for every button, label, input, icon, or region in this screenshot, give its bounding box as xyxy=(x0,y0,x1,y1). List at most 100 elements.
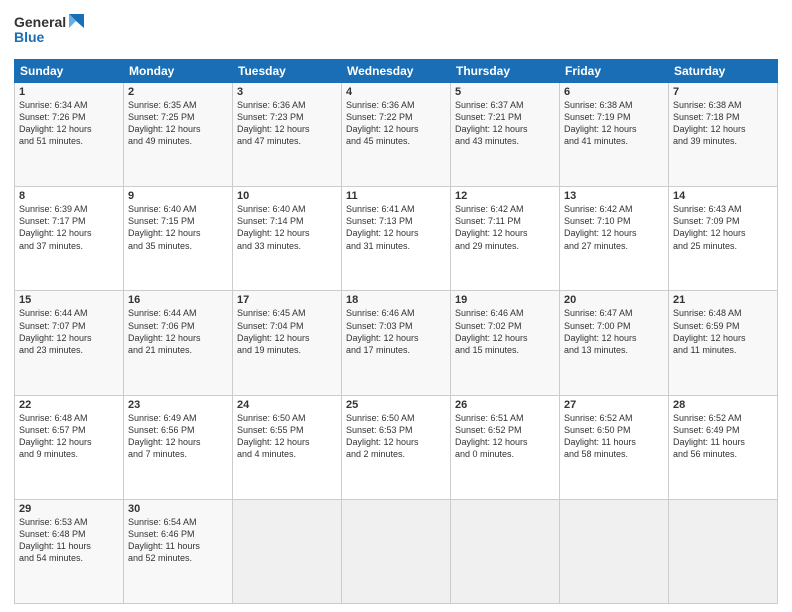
calendar-cell: 29Sunrise: 6:53 AM Sunset: 6:48 PM Dayli… xyxy=(15,499,124,603)
logo-area: General Blue xyxy=(14,10,84,53)
day-info: Sunrise: 6:42 AM Sunset: 7:11 PM Dayligh… xyxy=(455,203,555,252)
day-info: Sunrise: 6:42 AM Sunset: 7:10 PM Dayligh… xyxy=(564,203,664,252)
calendar-cell: 20Sunrise: 6:47 AM Sunset: 7:00 PM Dayli… xyxy=(560,291,669,395)
calendar-cell: 25Sunrise: 6:50 AM Sunset: 6:53 PM Dayli… xyxy=(342,395,451,499)
calendar-cell: 5Sunrise: 6:37 AM Sunset: 7:21 PM Daylig… xyxy=(451,83,560,187)
day-info: Sunrise: 6:41 AM Sunset: 7:13 PM Dayligh… xyxy=(346,203,446,252)
day-header-friday: Friday xyxy=(560,60,669,83)
day-info: Sunrise: 6:48 AM Sunset: 6:59 PM Dayligh… xyxy=(673,307,773,356)
day-info: Sunrise: 6:45 AM Sunset: 7:04 PM Dayligh… xyxy=(237,307,337,356)
calendar-table: SundayMondayTuesdayWednesdayThursdayFrid… xyxy=(14,59,778,604)
calendar-cell: 24Sunrise: 6:50 AM Sunset: 6:55 PM Dayli… xyxy=(233,395,342,499)
page: General Blue SundayMondayTuesdayWednesda… xyxy=(0,0,792,612)
day-header-monday: Monday xyxy=(124,60,233,83)
day-number: 3 xyxy=(237,86,337,98)
calendar-cell: 3Sunrise: 6:36 AM Sunset: 7:23 PM Daylig… xyxy=(233,83,342,187)
calendar-cell: 7Sunrise: 6:38 AM Sunset: 7:18 PM Daylig… xyxy=(669,83,778,187)
day-info: Sunrise: 6:52 AM Sunset: 6:50 PM Dayligh… xyxy=(564,412,664,461)
calendar-cell xyxy=(451,499,560,603)
day-info: Sunrise: 6:52 AM Sunset: 6:49 PM Dayligh… xyxy=(673,412,773,461)
day-number: 6 xyxy=(564,86,664,98)
calendar-cell: 30Sunrise: 6:54 AM Sunset: 6:46 PM Dayli… xyxy=(124,499,233,603)
day-info: Sunrise: 6:40 AM Sunset: 7:15 PM Dayligh… xyxy=(128,203,228,252)
calendar-cell: 17Sunrise: 6:45 AM Sunset: 7:04 PM Dayli… xyxy=(233,291,342,395)
calendar-cell: 10Sunrise: 6:40 AM Sunset: 7:14 PM Dayli… xyxy=(233,187,342,291)
calendar-week-4: 22Sunrise: 6:48 AM Sunset: 6:57 PM Dayli… xyxy=(15,395,778,499)
day-info: Sunrise: 6:50 AM Sunset: 6:55 PM Dayligh… xyxy=(237,412,337,461)
calendar-cell: 18Sunrise: 6:46 AM Sunset: 7:03 PM Dayli… xyxy=(342,291,451,395)
calendar-cell: 11Sunrise: 6:41 AM Sunset: 7:13 PM Dayli… xyxy=(342,187,451,291)
day-number: 19 xyxy=(455,294,555,306)
day-number: 9 xyxy=(128,190,228,202)
day-number: 2 xyxy=(128,86,228,98)
day-info: Sunrise: 6:44 AM Sunset: 7:06 PM Dayligh… xyxy=(128,307,228,356)
calendar-cell: 2Sunrise: 6:35 AM Sunset: 7:25 PM Daylig… xyxy=(124,83,233,187)
day-header-wednesday: Wednesday xyxy=(342,60,451,83)
day-info: Sunrise: 6:38 AM Sunset: 7:18 PM Dayligh… xyxy=(673,99,773,148)
day-info: Sunrise: 6:38 AM Sunset: 7:19 PM Dayligh… xyxy=(564,99,664,148)
calendar-week-1: 1Sunrise: 6:34 AM Sunset: 7:26 PM Daylig… xyxy=(15,83,778,187)
day-header-thursday: Thursday xyxy=(451,60,560,83)
day-number: 4 xyxy=(346,86,446,98)
calendar-cell xyxy=(560,499,669,603)
svg-text:Blue: Blue xyxy=(14,29,45,45)
day-number: 10 xyxy=(237,190,337,202)
calendar-header-row: SundayMondayTuesdayWednesdayThursdayFrid… xyxy=(15,60,778,83)
day-info: Sunrise: 6:44 AM Sunset: 7:07 PM Dayligh… xyxy=(19,307,119,356)
day-info: Sunrise: 6:39 AM Sunset: 7:17 PM Dayligh… xyxy=(19,203,119,252)
day-number: 11 xyxy=(346,190,446,202)
calendar-cell: 28Sunrise: 6:52 AM Sunset: 6:49 PM Dayli… xyxy=(669,395,778,499)
calendar-cell xyxy=(233,499,342,603)
day-number: 24 xyxy=(237,399,337,411)
day-info: Sunrise: 6:37 AM Sunset: 7:21 PM Dayligh… xyxy=(455,99,555,148)
day-number: 23 xyxy=(128,399,228,411)
day-number: 17 xyxy=(237,294,337,306)
day-number: 25 xyxy=(346,399,446,411)
day-number: 16 xyxy=(128,294,228,306)
day-number: 30 xyxy=(128,503,228,515)
calendar-cell: 1Sunrise: 6:34 AM Sunset: 7:26 PM Daylig… xyxy=(15,83,124,187)
day-info: Sunrise: 6:53 AM Sunset: 6:48 PM Dayligh… xyxy=(19,516,119,565)
day-info: Sunrise: 6:35 AM Sunset: 7:25 PM Dayligh… xyxy=(128,99,228,148)
day-number: 7 xyxy=(673,86,773,98)
day-info: Sunrise: 6:40 AM Sunset: 7:14 PM Dayligh… xyxy=(237,203,337,252)
calendar-week-2: 8Sunrise: 6:39 AM Sunset: 7:17 PM Daylig… xyxy=(15,187,778,291)
day-number: 26 xyxy=(455,399,555,411)
calendar-cell: 14Sunrise: 6:43 AM Sunset: 7:09 PM Dayli… xyxy=(669,187,778,291)
calendar-cell: 21Sunrise: 6:48 AM Sunset: 6:59 PM Dayli… xyxy=(669,291,778,395)
logo: General Blue xyxy=(14,10,84,53)
day-number: 29 xyxy=(19,503,119,515)
calendar-cell: 16Sunrise: 6:44 AM Sunset: 7:06 PM Dayli… xyxy=(124,291,233,395)
day-info: Sunrise: 6:36 AM Sunset: 7:23 PM Dayligh… xyxy=(237,99,337,148)
calendar-cell: 23Sunrise: 6:49 AM Sunset: 6:56 PM Dayli… xyxy=(124,395,233,499)
day-number: 13 xyxy=(564,190,664,202)
header: General Blue xyxy=(14,10,778,53)
day-info: Sunrise: 6:48 AM Sunset: 6:57 PM Dayligh… xyxy=(19,412,119,461)
day-header-sunday: Sunday xyxy=(15,60,124,83)
day-number: 21 xyxy=(673,294,773,306)
day-info: Sunrise: 6:54 AM Sunset: 6:46 PM Dayligh… xyxy=(128,516,228,565)
day-info: Sunrise: 6:46 AM Sunset: 7:03 PM Dayligh… xyxy=(346,307,446,356)
calendar-cell: 26Sunrise: 6:51 AM Sunset: 6:52 PM Dayli… xyxy=(451,395,560,499)
day-number: 5 xyxy=(455,86,555,98)
calendar-cell: 9Sunrise: 6:40 AM Sunset: 7:15 PM Daylig… xyxy=(124,187,233,291)
day-info: Sunrise: 6:43 AM Sunset: 7:09 PM Dayligh… xyxy=(673,203,773,252)
day-number: 27 xyxy=(564,399,664,411)
calendar-cell: 22Sunrise: 6:48 AM Sunset: 6:57 PM Dayli… xyxy=(15,395,124,499)
day-info: Sunrise: 6:50 AM Sunset: 6:53 PM Dayligh… xyxy=(346,412,446,461)
calendar-cell: 8Sunrise: 6:39 AM Sunset: 7:17 PM Daylig… xyxy=(15,187,124,291)
day-number: 8 xyxy=(19,190,119,202)
calendar-cell: 12Sunrise: 6:42 AM Sunset: 7:11 PM Dayli… xyxy=(451,187,560,291)
calendar-week-5: 29Sunrise: 6:53 AM Sunset: 6:48 PM Dayli… xyxy=(15,499,778,603)
calendar-week-3: 15Sunrise: 6:44 AM Sunset: 7:07 PM Dayli… xyxy=(15,291,778,395)
day-number: 1 xyxy=(19,86,119,98)
day-info: Sunrise: 6:46 AM Sunset: 7:02 PM Dayligh… xyxy=(455,307,555,356)
calendar-cell xyxy=(669,499,778,603)
day-number: 14 xyxy=(673,190,773,202)
day-info: Sunrise: 6:34 AM Sunset: 7:26 PM Dayligh… xyxy=(19,99,119,148)
day-number: 20 xyxy=(564,294,664,306)
day-info: Sunrise: 6:49 AM Sunset: 6:56 PM Dayligh… xyxy=(128,412,228,461)
calendar-cell xyxy=(342,499,451,603)
day-header-saturday: Saturday xyxy=(669,60,778,83)
calendar-cell: 19Sunrise: 6:46 AM Sunset: 7:02 PM Dayli… xyxy=(451,291,560,395)
